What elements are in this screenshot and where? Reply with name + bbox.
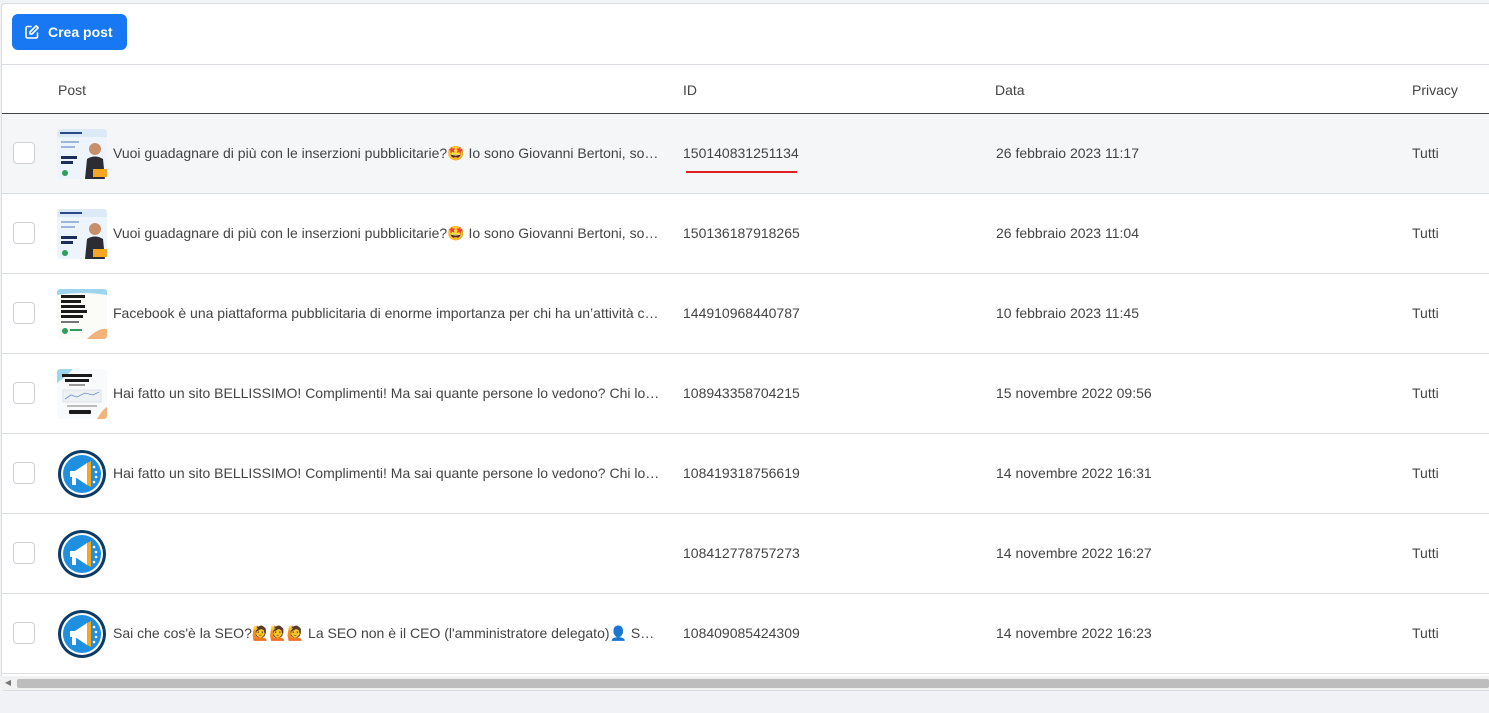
column-header-id[interactable]: ID — [683, 82, 697, 98]
post-date: 26 febbraio 2023 11:17 — [996, 145, 1139, 161]
post-date: 26 febbraio 2023 11:04 — [996, 225, 1139, 241]
table-row[interactable]: Facebook è una piattaforma pubblicitaria… — [2, 274, 1489, 354]
row-checkbox[interactable] — [13, 462, 35, 484]
row-checkbox[interactable] — [13, 222, 35, 244]
scrollbar-thumb[interactable] — [17, 679, 1489, 688]
create-post-button[interactable]: Crea post — [12, 14, 127, 50]
post-text[interactable]: Hai fatto un sito BELLISSIMO! Compliment… — [113, 385, 663, 401]
id-highlight-underline — [686, 171, 797, 173]
row-checkbox[interactable] — [13, 142, 35, 164]
row-checkbox[interactable] — [13, 382, 35, 404]
column-header-post[interactable]: Post — [58, 82, 86, 98]
post-text[interactable]: Vuoi guadagnare di più con le inserzioni… — [113, 145, 663, 162]
table-row[interactable]: 108412778757273 14 novembre 2022 16:27 T… — [2, 514, 1489, 594]
post-privacy: Tutti — [1412, 385, 1439, 401]
toolbar: Crea post — [2, 4, 1489, 65]
megaphone-logo[interactable] — [57, 449, 107, 499]
ad-earnings-image[interactable] — [57, 129, 107, 179]
post-privacy: Tutti — [1412, 465, 1439, 481]
table-row[interactable]: Hai fatto un sito BELLISSIMO! Compliment… — [2, 434, 1489, 514]
posts-table-body: Vuoi guadagnare di più con le inserzioni… — [2, 114, 1489, 674]
column-header-date[interactable]: Data — [995, 82, 1025, 98]
ad-earnings-image[interactable] — [57, 209, 107, 259]
scroll-left-arrow-icon[interactable]: ◀ — [1, 676, 15, 690]
post-id[interactable]: 144910968440787 — [683, 305, 800, 321]
posts-panel: Crea post Post ID Data Privacy Vuoi guad… — [1, 3, 1489, 691]
row-checkbox[interactable] — [13, 622, 35, 644]
post-id[interactable]: 108943358704215 — [683, 385, 800, 401]
post-privacy: Tutti — [1412, 145, 1439, 161]
table-row[interactable]: Sai che cos'è la SEO?🙋🙋🙋 La SEO non è il… — [2, 594, 1489, 674]
table-header: Post ID Data Privacy — [2, 65, 1489, 114]
post-privacy: Tutti — [1412, 545, 1439, 561]
table-row[interactable]: Hai fatto un sito BELLISSIMO! Compliment… — [2, 354, 1489, 434]
post-id[interactable]: 108409085424309 — [683, 625, 800, 641]
post-date: 15 novembre 2022 09:56 — [996, 385, 1152, 401]
horizontal-scrollbar[interactable]: ◀ — [1, 676, 1489, 690]
post-privacy: Tutti — [1412, 305, 1439, 321]
megaphone-logo[interactable] — [57, 529, 107, 579]
facebook-campaigns-image[interactable] — [57, 289, 107, 339]
post-date: 14 novembre 2022 16:31 — [996, 465, 1152, 481]
post-privacy: Tutti — [1412, 225, 1439, 241]
post-id[interactable]: 150136187918265 — [683, 225, 800, 241]
table-row[interactable]: Vuoi guadagnare di più con le inserzioni… — [2, 114, 1489, 194]
post-id[interactable]: 108419318756619 — [683, 465, 800, 481]
table-row[interactable]: Vuoi guadagnare di più con le inserzioni… — [2, 194, 1489, 274]
post-text[interactable]: Facebook è una piattaforma pubblicitaria… — [113, 305, 663, 321]
create-post-label: Crea post — [48, 24, 113, 40]
post-date: 14 novembre 2022 16:23 — [996, 625, 1152, 641]
row-checkbox[interactable] — [13, 542, 35, 564]
megaphone-logo[interactable] — [57, 609, 107, 659]
post-text[interactable]: Hai fatto un sito BELLISSIMO! Compliment… — [113, 465, 663, 481]
post-date: 10 febbraio 2023 11:45 — [996, 305, 1139, 321]
column-header-privacy[interactable]: Privacy — [1412, 82, 1458, 98]
post-date: 14 novembre 2022 16:27 — [996, 545, 1152, 561]
post-id[interactable]: 108412778757273 — [683, 545, 800, 561]
edit-icon — [24, 24, 40, 40]
post-privacy: Tutti — [1412, 625, 1439, 641]
post-text[interactable]: Sai che cos'è la SEO?🙋🙋🙋 La SEO non è il… — [113, 625, 663, 642]
case-study-image[interactable] — [57, 369, 107, 419]
post-id[interactable]: 150140831251134 — [683, 145, 799, 161]
row-checkbox[interactable] — [13, 302, 35, 324]
post-text[interactable]: Vuoi guadagnare di più con le inserzioni… — [113, 225, 663, 242]
